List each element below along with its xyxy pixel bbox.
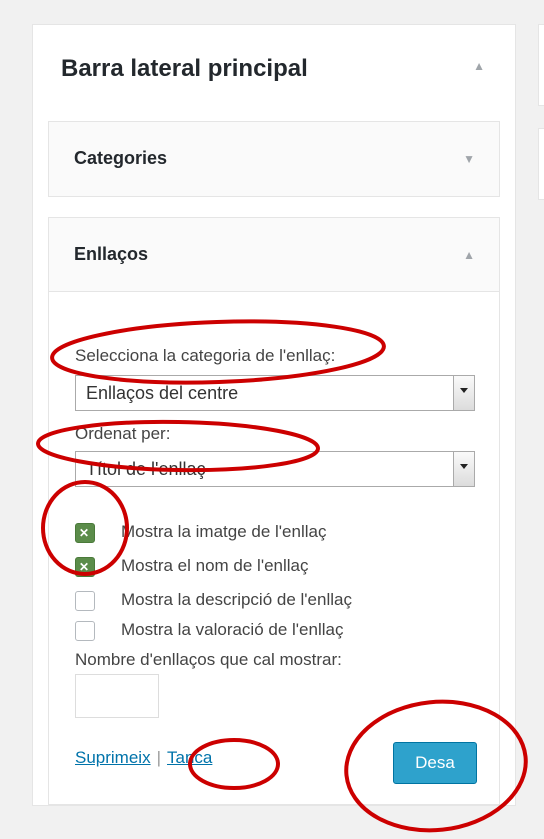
order-select-label: Ordenat per: xyxy=(75,424,171,443)
adjacent-panel xyxy=(538,24,544,106)
delete-link[interactable]: Suprimeix xyxy=(75,748,151,767)
category-select-label: Selecciona la categoria de l'enllaç: xyxy=(75,346,336,365)
close-link[interactable]: Tanca xyxy=(167,748,212,767)
sidebar-title: Barra lateral principal xyxy=(61,55,308,82)
widget-categories: Categories ▼ xyxy=(48,121,500,197)
checkbox-checked[interactable]: ✕ xyxy=(75,523,95,543)
option-label: Mostra el nom de l'enllaç xyxy=(121,556,309,575)
order-select-value: Títol de l'enllaç xyxy=(86,459,206,479)
option-label: Mostra la imatge de l'enllaç xyxy=(121,522,327,541)
order-select[interactable]: Títol de l'enllaç xyxy=(75,451,475,487)
widget-footer-links: Suprimeix | Tanca xyxy=(75,748,212,768)
save-button[interactable]: Desa xyxy=(393,742,477,784)
link-count-input[interactable] xyxy=(75,674,159,718)
link-separator: | xyxy=(156,748,162,767)
checkbox-checked[interactable]: ✕ xyxy=(75,557,95,577)
expand-down-arrow-icon[interactable]: ▼ xyxy=(463,152,475,166)
option-label: Mostra la descripció de l'enllaç xyxy=(121,590,352,609)
category-select-value: Enllaços del centre xyxy=(86,383,239,403)
category-select[interactable]: Enllaços del centre xyxy=(75,375,475,411)
collapse-up-arrow-icon[interactable]: ▲ xyxy=(473,59,485,73)
widget-links-header[interactable]: Enllaços ▲ xyxy=(49,218,499,292)
collapse-up-arrow-icon[interactable]: ▲ xyxy=(463,248,475,262)
checkbox-unchecked[interactable] xyxy=(75,621,95,641)
widget-links: Enllaços ▲ Selecciona la categoria de l'… xyxy=(48,217,500,805)
checkbox-unchecked[interactable] xyxy=(75,591,95,611)
widget-categories-header[interactable]: Categories ▼ xyxy=(49,122,499,196)
widget-links-title: Enllaços xyxy=(74,244,149,264)
check-icon: ✕ xyxy=(79,526,90,540)
widget-categories-title: Categories xyxy=(74,148,168,168)
chevron-down-icon[interactable] xyxy=(453,376,474,410)
adjacent-widget xyxy=(538,128,544,200)
chevron-down-icon[interactable] xyxy=(453,452,474,486)
check-icon: ✕ xyxy=(79,560,90,574)
option-label: Mostra la valoració de l'enllaç xyxy=(121,620,344,639)
sidebar-panel: Barra lateral principal ▲ Categories ▼ E… xyxy=(32,24,516,806)
link-count-label: Nombre d'enllaços que cal mostrar: xyxy=(75,650,342,669)
